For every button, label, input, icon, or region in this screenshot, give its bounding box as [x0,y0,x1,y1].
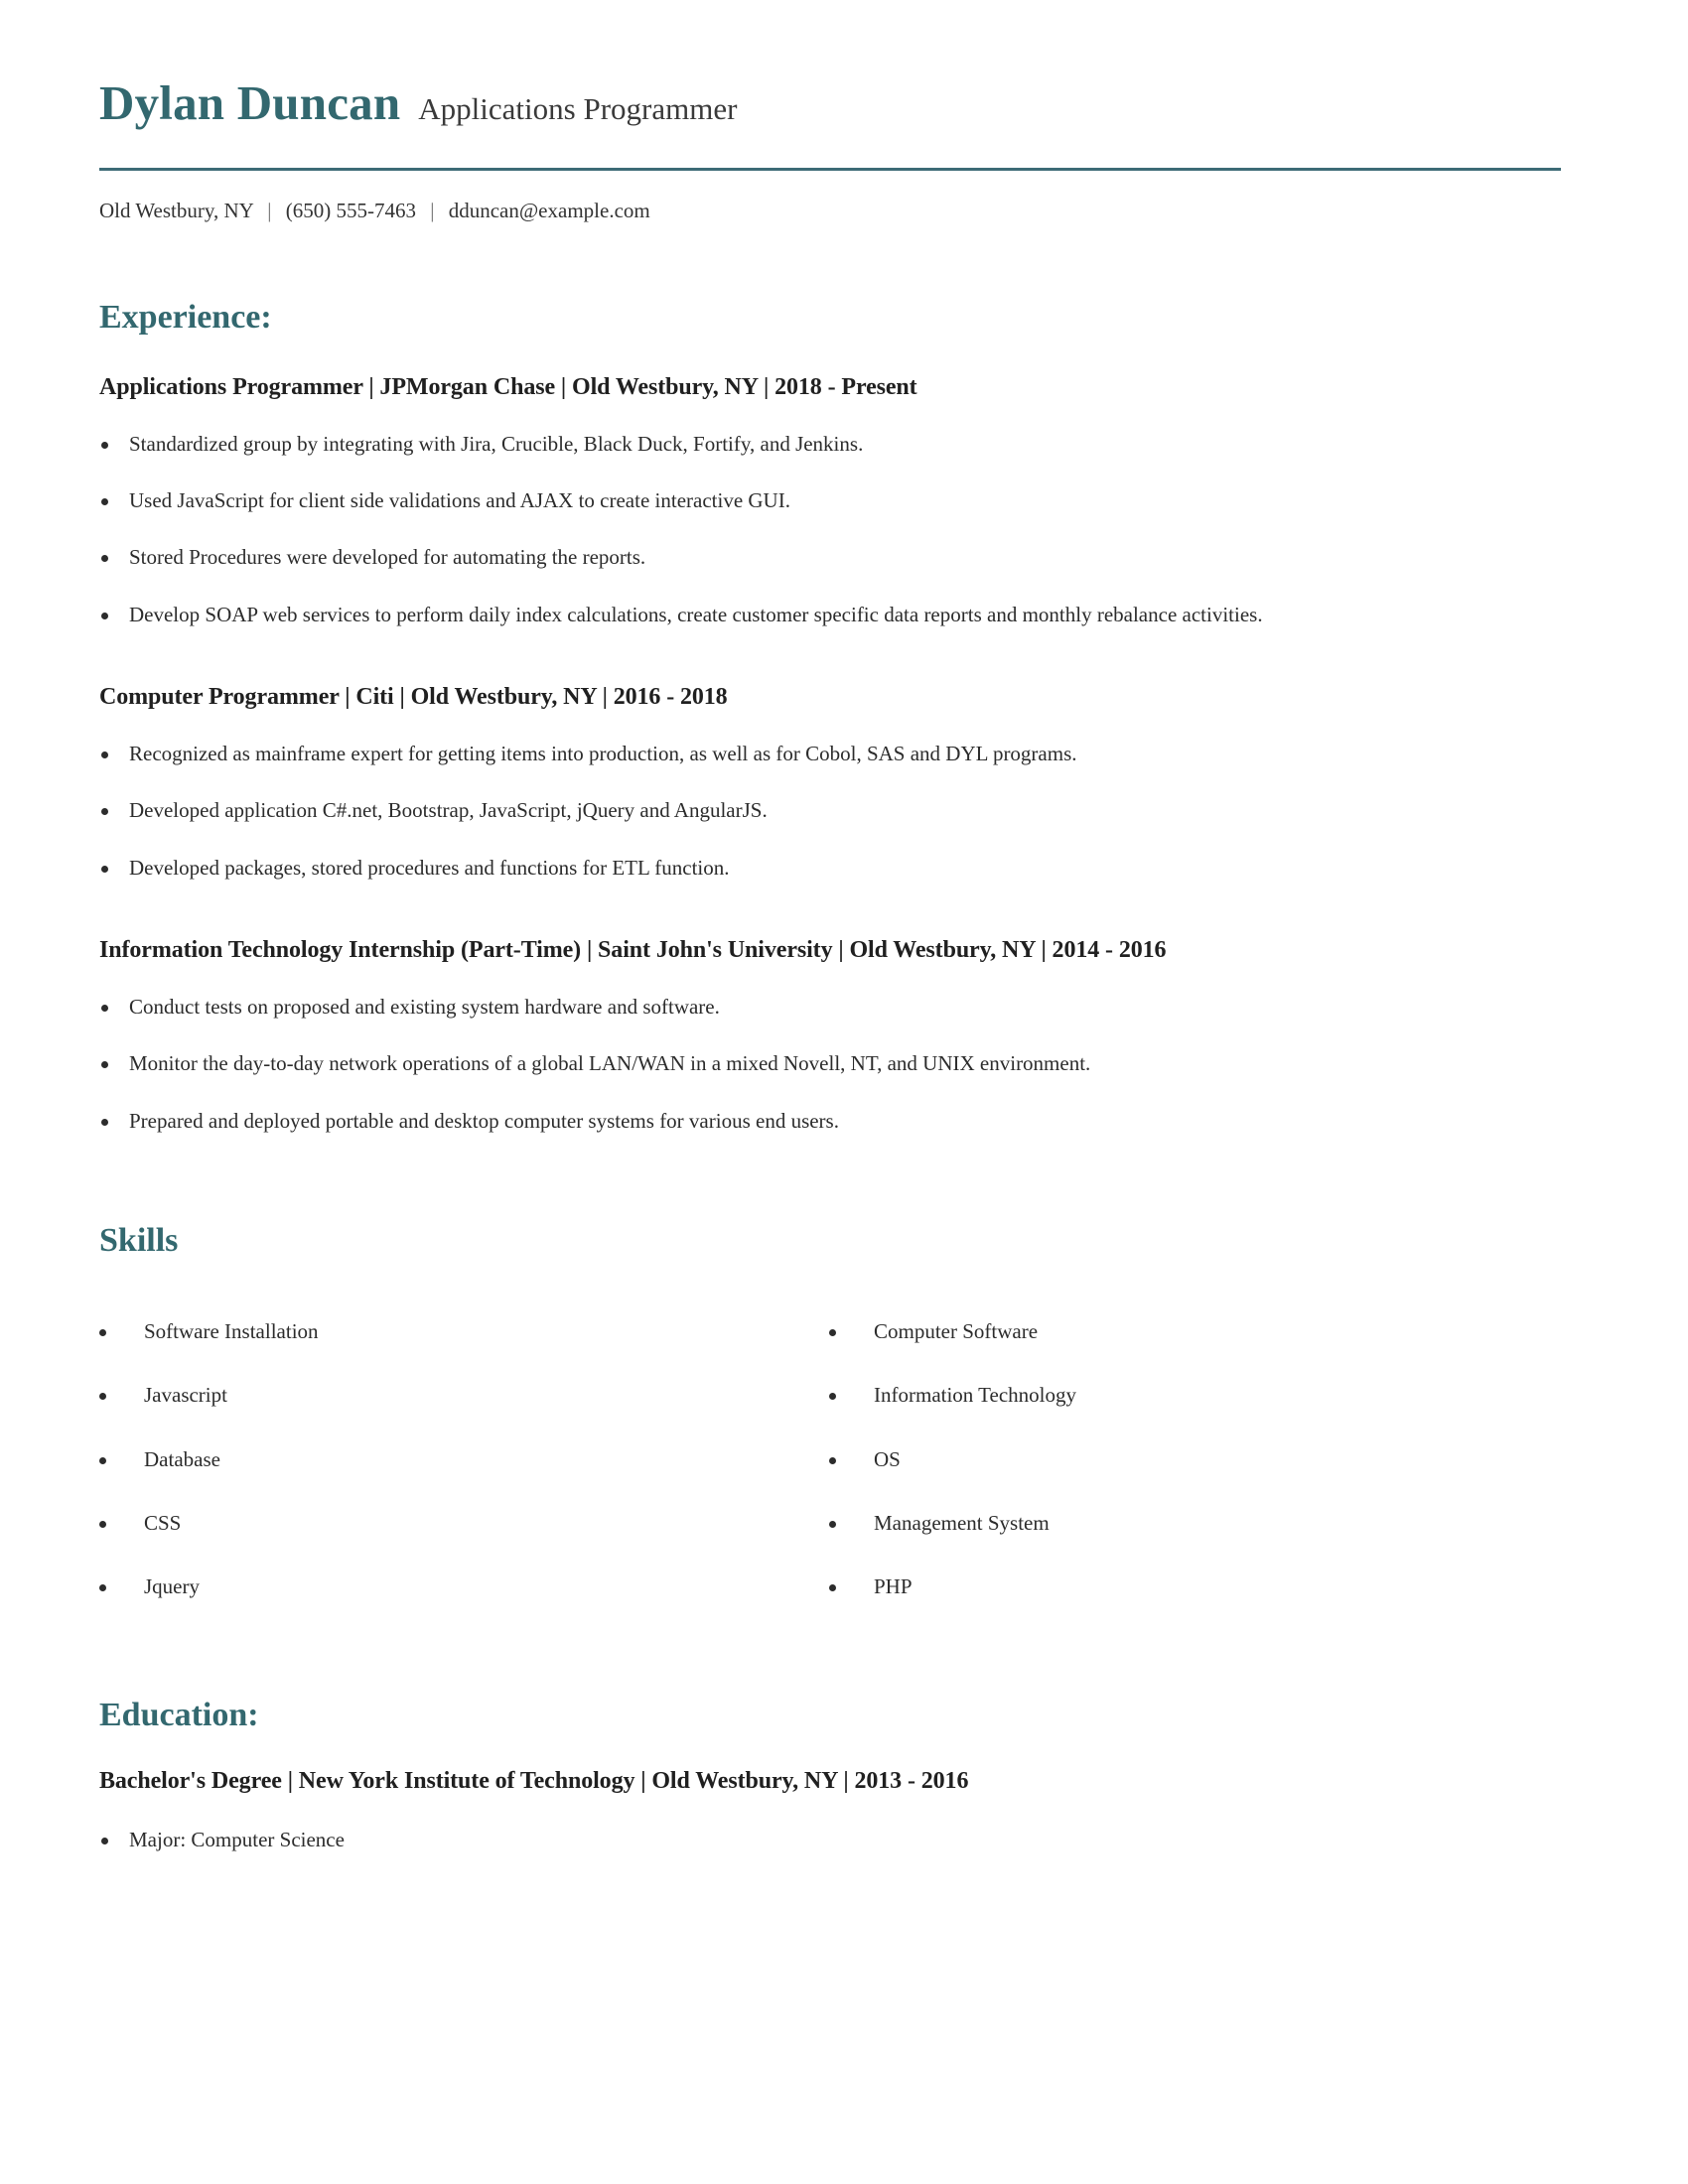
experience-entries: Applications Programmer | JPMorgan Chase… [99,374,1561,1135]
education-entry: Bachelor's Degree | New York Institute o… [99,1768,1561,1853]
list-item: PHP [829,1574,1559,1599]
experience-heading: Experience: [99,299,272,337]
education-entry-heading: Bachelor's Degree | New York Institute o… [99,1767,969,1794]
experience-entry-bullets: Standardized group by integrating with J… [99,431,1561,628]
skills-list-right: Computer Software Information Technology… [829,1319,1559,1599]
skills-section: Skills Software Installation Javascript … [99,1222,1561,1599]
list-item: Jquery [99,1574,829,1599]
contact-phone: (650) 555-7463 [285,199,416,223]
contact-separator-1: | [267,199,272,223]
contact-location: Old Westbury, NY [99,199,254,223]
list-item: Software Installation [99,1319,829,1344]
list-item: OS [829,1447,1559,1472]
list-item: Management System [829,1511,1559,1536]
list-item: Conduct tests on proposed and existing s… [99,994,1561,1021]
list-item: Developed application C#.net, Bootstrap,… [99,797,1561,824]
list-item: Stored Procedures were developed for aut… [99,544,1561,571]
list-item: Standardized group by integrating with J… [99,431,1561,458]
candidate-job-title: Applications Programmer [418,91,738,126]
list-item: Used JavaScript for client side validati… [99,487,1561,514]
name-and-title: Dylan Duncan Applications Programmer [99,75,1561,130]
experience-entry: Applications Programmer | JPMorgan Chase… [99,374,1561,628]
contact-info: Old Westbury, NY | (650) 555-7463 | ddun… [99,199,1561,223]
list-item: Information Technology [829,1383,1559,1408]
list-item: Javascript [99,1383,829,1408]
experience-entry-bullets: Recognized as mainframe expert for getti… [99,741,1561,882]
header-divider [99,168,1561,172]
experience-entry: Information Technology Internship (Part-… [99,937,1561,1135]
education-entry-bullets: Major: Computer Science [99,1827,1561,1853]
candidate-name: Dylan Duncan [99,75,401,130]
list-item: Prepared and deployed portable and deskt… [99,1108,1561,1135]
list-item: Database [99,1447,829,1472]
skills-columns: Software Installation Javascript Databas… [99,1281,1561,1599]
contact-separator-2: | [430,199,435,223]
education-heading: Education: [99,1697,259,1734]
experience-entry: Computer Programmer | Citi | Old Westbur… [99,684,1561,882]
skills-list-left: Software Installation Javascript Databas… [99,1319,829,1599]
education-section: Education: Bachelor's Degree | New York … [99,1697,1561,1853]
experience-entry-heading: Applications Programmer | JPMorgan Chase… [99,373,917,400]
experience-entry-heading: Computer Programmer | Citi | Old Westbur… [99,684,728,711]
skills-column-right: Computer Software Information Technology… [829,1281,1559,1599]
list-item: Computer Software [829,1319,1559,1344]
experience-section: Experience: Applications Programmer | JP… [99,299,1561,1134]
resume-header: Dylan Duncan Applications Programmer Old… [99,0,1561,223]
list-item: Monitor the day-to-day network operation… [99,1050,1561,1077]
list-item: CSS [99,1511,829,1536]
list-item: Recognized as mainframe expert for getti… [99,741,1561,767]
experience-entry-heading: Information Technology Internship (Part-… [99,936,1167,963]
resume-page: Dylan Duncan Applications Programmer Old… [0,0,1688,2184]
experience-entry-bullets: Conduct tests on proposed and existing s… [99,994,1561,1135]
skills-column-left: Software Installation Javascript Databas… [99,1281,829,1599]
contact-email[interactable]: dduncan@example.com [449,199,650,222]
skills-heading: Skills [99,1221,179,1259]
list-item: Developed packages, stored procedures an… [99,855,1561,882]
list-item: Major: Computer Science [99,1827,1561,1853]
list-item: Develop SOAP web services to perform dai… [99,602,1561,628]
